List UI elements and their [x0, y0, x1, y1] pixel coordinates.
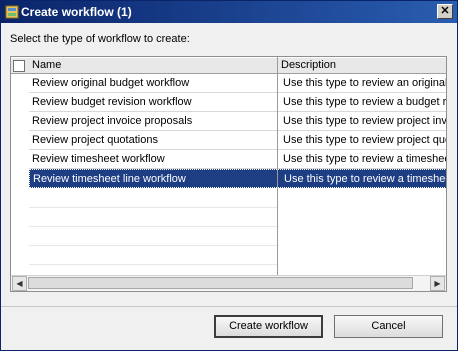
scroll-right-button[interactable]: ▶ [430, 276, 445, 291]
empty-row-line [29, 207, 277, 208]
cancel-button[interactable]: Cancel [334, 315, 443, 338]
table-row-selected[interactable]: Review timesheet line workflow Use this … [29, 169, 446, 188]
table-row[interactable]: Review original budget workflow Use this… [29, 74, 446, 93]
table-row[interactable]: Review timesheet workflow Use this type … [29, 150, 446, 169]
table-row[interactable]: Review budget revision workflow Use this… [29, 93, 446, 112]
row-name: Review timesheet line workflow [33, 173, 186, 185]
row-name: Review project quotations [32, 134, 158, 146]
create-workflow-button[interactable]: Create workflow [214, 315, 323, 338]
row-description: Use this type to review a budget revisio… [283, 96, 446, 108]
create-workflow-dialog: Create workflow (1) ✕ Select the type of… [0, 0, 458, 351]
close-icon: ✕ [440, 5, 450, 17]
footer-divider [1, 306, 457, 307]
close-button[interactable]: ✕ [437, 4, 453, 19]
row-description: Use this type to review a timesheet [283, 153, 446, 165]
empty-row-line [29, 226, 277, 227]
arrow-left-icon: ◀ [16, 279, 23, 288]
row-name: Review budget revision workflow [32, 96, 192, 108]
workflow-type-grid[interactable]: Name Description Review original budget … [10, 56, 447, 292]
scroll-thumb[interactable] [28, 277, 413, 289]
row-description: Use this type to review project invoice … [283, 115, 446, 127]
instruction-text: Select the type of workflow to create: [10, 33, 190, 45]
column-header-name[interactable]: Name [29, 58, 277, 74]
row-name: Review original budget workflow [32, 77, 190, 89]
table-row[interactable]: Review project invoice proposals Use thi… [29, 112, 446, 131]
workflow-app-icon [5, 5, 19, 19]
row-name: Review project invoice proposals [32, 115, 193, 127]
empty-row-line [29, 264, 277, 265]
column-header-description[interactable]: Description [278, 58, 446, 74]
select-all-header[interactable] [11, 58, 29, 74]
row-description: Use this type to review an original budg… [283, 77, 446, 89]
row-name: Review timesheet workflow [32, 153, 165, 165]
empty-row-line [29, 245, 277, 246]
scroll-left-button[interactable]: ◀ [12, 276, 27, 291]
horizontal-scrollbar[interactable]: ◀ ▶ [11, 275, 446, 291]
select-all-checkbox[interactable] [13, 60, 25, 72]
window-title: Create workflow (1) [21, 5, 132, 19]
title-bar[interactable]: Create workflow (1) ✕ [1, 1, 457, 23]
table-row[interactable]: Review project quotations Use this type … [29, 131, 446, 150]
arrow-right-icon: ▶ [434, 279, 441, 288]
row-description: Use this type to review a timesheet line [284, 173, 446, 185]
column-divider [277, 57, 278, 277]
row-description: Use this type to review project quotatio… [283, 134, 446, 146]
